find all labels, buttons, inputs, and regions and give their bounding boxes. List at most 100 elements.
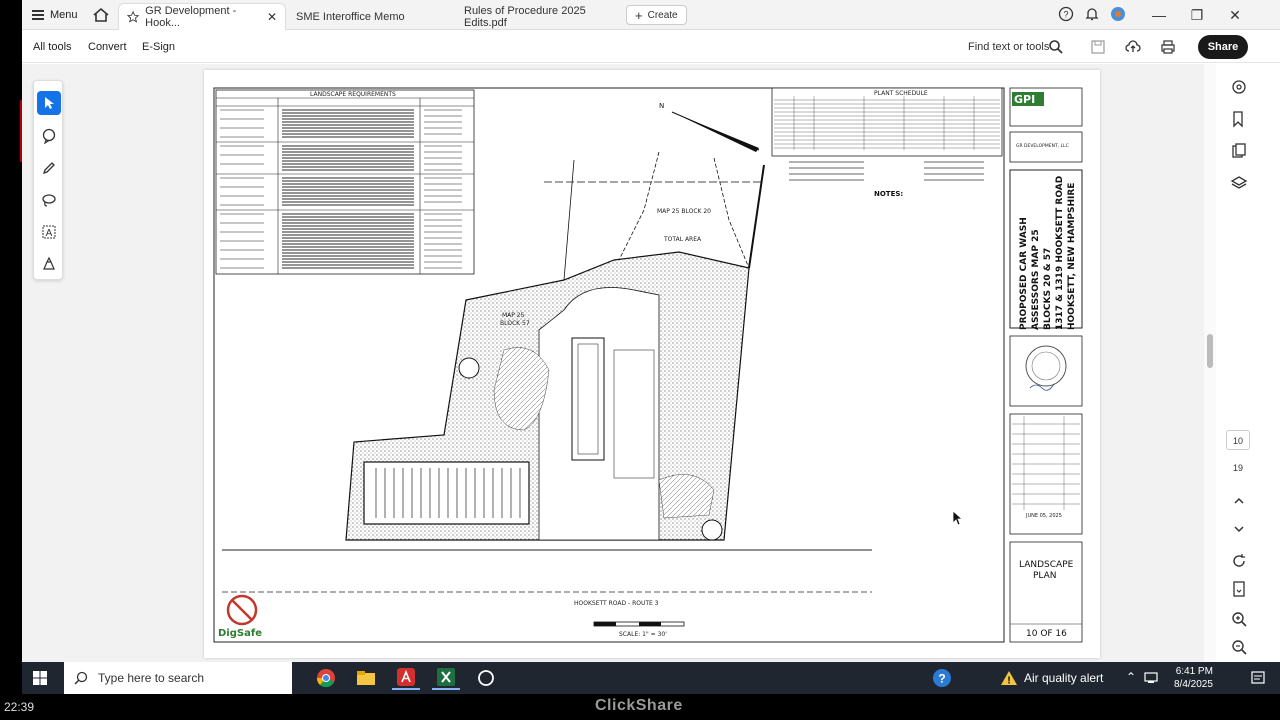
landscape-requirements-table: LANDSCAPE REQUIREMENTS <box>215 89 475 275</box>
svg-text:?: ? <box>1063 10 1068 20</box>
find-text-button[interactable]: Find text or tools <box>968 41 1049 53</box>
create-button[interactable]: + Create <box>626 5 687 25</box>
home-icon[interactable] <box>92 6 110 24</box>
close-tab-icon[interactable]: ✕ <box>267 10 277 24</box>
print-icon[interactable] <box>1160 39 1176 55</box>
drawing-date: JUNE 05, 2025 <box>1025 513 1062 519</box>
block-57-label: BLOCK 57 <box>500 320 530 327</box>
select-tool-button[interactable] <box>37 91 61 115</box>
total-pages-indicator: 19 <box>1232 463 1243 473</box>
share-button[interactable]: Share <box>1198 35 1248 59</box>
windows-start-icon[interactable] <box>32 670 48 686</box>
layers-icon[interactable] <box>1230 174 1248 192</box>
menu-label: Menu <box>50 9 78 21</box>
acrobat-app-icon[interactable] <box>392 666 420 690</box>
pages-icon[interactable] <box>1230 142 1248 160</box>
warning-icon: ! <box>1001 671 1017 686</box>
main-toolbar: All tools Convert E-Sign Find text or to… <box>22 31 1280 63</box>
acrobat-window: Menu GR Development - Hook... ✕ SME Inte… <box>22 0 1280 662</box>
title-block: GPI GR DEVELOPMENT, LLC PROPOSED CAR WAS… <box>1009 87 1083 643</box>
excel-app-icon[interactable] <box>432 666 460 690</box>
notification-center-icon[interactable] <box>1250 670 1266 686</box>
project-title-line-4: 1317 & 1319 HOOKSETT ROAD <box>1055 176 1065 330</box>
taskbar-search-input[interactable]: Type here to search <box>64 662 292 694</box>
digsafe-label: DigSafe <box>218 628 262 639</box>
scale-label: SCALE: 1" = 30' <box>619 631 667 638</box>
create-label: Create <box>647 9 678 21</box>
restore-icon[interactable]: ❐ <box>1188 6 1206 24</box>
help-icon[interactable]: ? <box>1058 6 1074 22</box>
total-area-label: TOTAL AREA <box>663 236 702 243</box>
file-explorer-app-icon[interactable] <box>352 666 380 690</box>
current-page-indicator[interactable]: 10 <box>1226 430 1250 450</box>
esign-button[interactable]: E-Sign <box>142 41 175 53</box>
scale-bar: SCALE: 1" = 30' <box>593 621 685 638</box>
zoom-out-icon[interactable] <box>1230 638 1248 656</box>
session-timer: 22:39 <box>4 700 35 714</box>
project-title-line-1: PROPOSED CAR WASH <box>1019 217 1029 330</box>
svg-text:A: A <box>46 228 53 239</box>
clock-date: 8/4/2025 <box>1174 679 1213 690</box>
clickshare-logo: ClickShare <box>595 697 683 714</box>
refresh-icon[interactable] <box>1230 552 1248 570</box>
map-25-label: MAP 25 <box>502 312 525 319</box>
landscape-requirements-heading: LANDSCAPE REQUIREMENTS <box>310 91 396 98</box>
quick-tools-panel: A <box>33 80 63 280</box>
comment-tool-button[interactable] <box>37 124 61 148</box>
minimize-icon[interactable]: — <box>1150 6 1168 24</box>
sheet-title-line-1: LANDSCAPE <box>1019 560 1074 570</box>
sheet-number: 10 OF 16 <box>1026 629 1067 639</box>
search-icon <box>74 671 88 685</box>
highlight-tool-button[interactable] <box>37 156 61 180</box>
document-save-icon[interactable] <box>1230 580 1248 598</box>
comment-icon <box>42 128 56 144</box>
cortana-app-icon[interactable] <box>472 666 500 690</box>
tab-sme-memo[interactable]: SME Interoffice Memo <box>288 3 448 30</box>
network-icon[interactable] <box>1144 672 1158 684</box>
chevron-up-icon[interactable] <box>1230 492 1248 510</box>
tab-label: Rules of Procedure 2025 Edits.pdf <box>464 4 586 29</box>
chevron-down-icon[interactable] <box>1230 520 1248 538</box>
pen-icon <box>42 162 55 175</box>
vertical-scrollbar[interactable] <box>1204 64 1216 662</box>
clock-time: 6:41 PM <box>1175 666 1213 677</box>
save-icon[interactable] <box>1090 39 1106 55</box>
stamp-tool-button[interactable] <box>37 252 61 276</box>
stamp-icon <box>43 256 55 270</box>
scroll-thumb[interactable] <box>1207 334 1213 368</box>
search-icon[interactable] <box>1048 39 1064 55</box>
cursor-icon <box>45 97 54 109</box>
text-tool-button[interactable]: A <box>37 220 61 244</box>
chrome-app-icon[interactable] <box>312 666 340 690</box>
account-avatar-icon[interactable] <box>1110 6 1126 22</box>
menu-button[interactable]: Menu <box>32 7 78 23</box>
svg-text:?: ? <box>938 672 945 686</box>
project-title-line-3: BLOCKS 20 & 57 <box>1043 248 1053 330</box>
air-quality-alert[interactable]: ! Air quality alert <box>1000 670 1103 686</box>
plant-schedule-heading: PLANT SCHEDULE <box>874 90 928 97</box>
draw-tool-button[interactable] <box>37 188 61 212</box>
tab-bar: Menu GR Development - Hook... ✕ SME Inte… <box>22 0 1280 30</box>
zoom-in-icon[interactable] <box>1230 610 1248 628</box>
star-icon[interactable] <box>127 10 140 24</box>
hamburger-icon <box>32 10 44 20</box>
tab-gr-development[interactable]: GR Development - Hook... ✕ <box>118 3 286 30</box>
bookmark-icon[interactable] <box>1230 110 1248 128</box>
right-rail: 10 19 <box>1222 64 1258 662</box>
all-tools-button[interactable]: All tools <box>33 41 72 53</box>
left-black-strip <box>0 0 22 662</box>
help-assistant-icon[interactable]: ? <box>932 668 952 688</box>
system-clock[interactable]: 6:41 PM 8/4/2025 <box>1174 665 1213 691</box>
tab-rules-procedure[interactable]: Rules of Procedure 2025 Edits.pdf <box>456 3 626 30</box>
convert-button[interactable]: Convert <box>88 41 127 53</box>
meeting-overlay-bar: 22:39 ClickShare <box>0 694 1280 720</box>
document-viewer[interactable]: LANDSCAPE REQUIREMENTS PLANT SCHEDULE NO… <box>22 64 1212 662</box>
windows-taskbar: Type here to search ? ! Air quality aler… <box>22 662 1280 694</box>
ai-assistant-icon[interactable] <box>1230 78 1248 96</box>
cloud-upload-icon[interactable] <box>1125 39 1141 55</box>
close-window-icon[interactable]: ✕ <box>1226 6 1244 24</box>
tray-chevron-icon[interactable]: ⌃ <box>1126 670 1136 684</box>
project-title-line-5: HOOKSETT, NEW HAMPSHIRE <box>1067 183 1077 330</box>
bell-icon[interactable] <box>1084 6 1100 22</box>
pdf-page: LANDSCAPE REQUIREMENTS PLANT SCHEDULE NO… <box>204 70 1100 658</box>
